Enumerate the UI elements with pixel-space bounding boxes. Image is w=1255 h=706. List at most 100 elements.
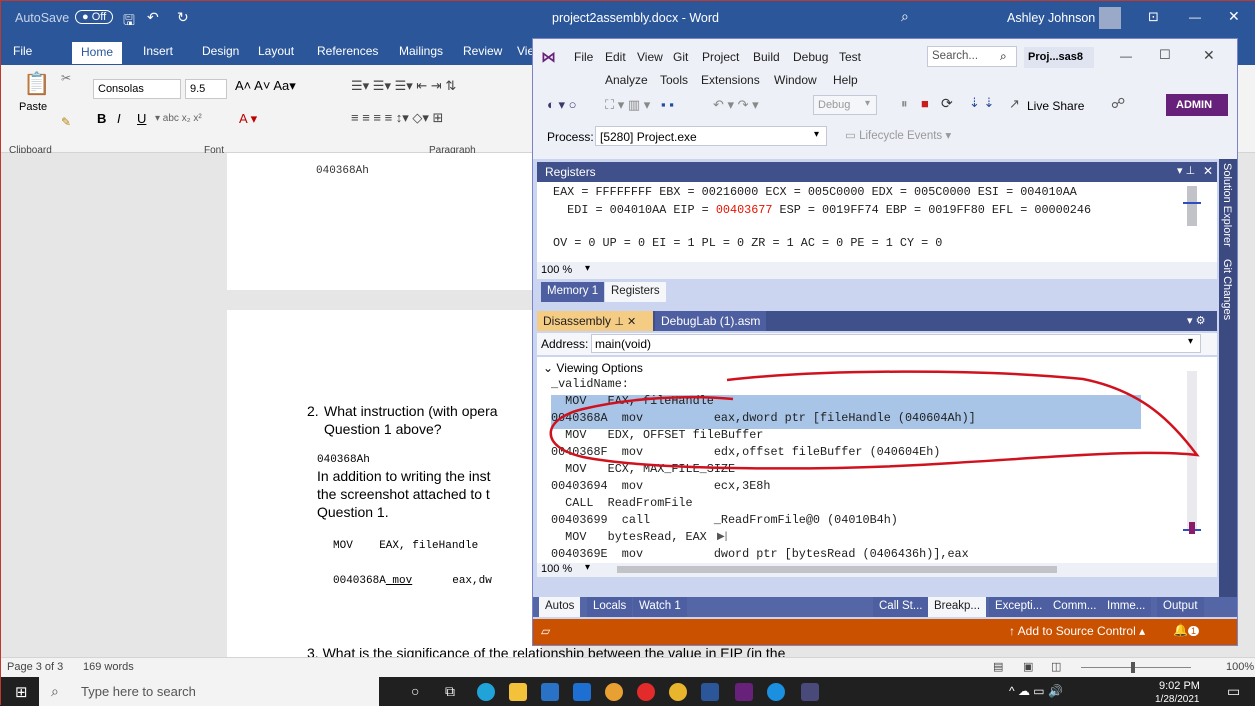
firefox-icon[interactable]	[605, 683, 623, 701]
zoom-slider-thumb[interactable]	[1131, 662, 1135, 673]
tab-autos[interactable]: Autos	[539, 597, 581, 617]
italic-icon[interactable]: I	[117, 111, 121, 126]
chevron-down-icon[interactable]: ▾	[585, 562, 590, 573]
tab-solution-explorer[interactable]: Solution Explorer	[1221, 163, 1233, 247]
format-painter-icon[interactable]: ✎	[61, 115, 71, 129]
print-layout-icon[interactable]: ▣	[1023, 660, 1033, 673]
break-all-icon[interactable]: ⏸	[901, 96, 908, 112]
admin-badge[interactable]: ADMIN	[1166, 94, 1228, 116]
page-count[interactable]: Page 3 of 3	[7, 661, 63, 673]
navigate-back-icon[interactable]: ◐ ▾ ○	[547, 97, 576, 113]
taskbar-search[interactable]: ⌕ Type here to search	[39, 677, 379, 706]
cut-icon[interactable]: ✂	[61, 71, 71, 85]
grow-font-icon[interactable]: A˄ A˅ Aa▾	[235, 78, 296, 94]
settings-gear-icon[interactable]: ▾ ⚙	[1187, 314, 1205, 327]
visual-studio-icon[interactable]	[735, 683, 753, 701]
live-share-icon[interactable]: ↗	[1009, 96, 1020, 112]
paste-button[interactable]: Paste	[19, 101, 47, 113]
paste-icon[interactable]: 📋	[23, 71, 50, 97]
document-page[interactable]: 2. What instruction (with opera Question…	[227, 310, 541, 657]
stop-debugging-icon[interactable]: ■	[921, 96, 929, 111]
zoom-slider[interactable]	[1081, 667, 1191, 668]
terminal-icon[interactable]	[801, 683, 819, 701]
font-size-select[interactable]: 9.5	[185, 79, 227, 99]
close-icon[interactable]: ✕	[1203, 164, 1213, 178]
menu-help[interactable]: Help	[833, 73, 858, 87]
save-icon[interactable]: 🖫	[123, 10, 135, 34]
menu-window[interactable]: Window	[774, 73, 817, 87]
minimize-icon[interactable]: —	[1120, 49, 1132, 63]
undo-icon[interactable]: ↶	[147, 9, 159, 26]
store-icon[interactable]	[541, 683, 559, 701]
zoom-level[interactable]: 100 %	[541, 264, 572, 276]
tab-locals[interactable]: Locals	[587, 597, 633, 617]
redo-icon[interactable]: ↻	[177, 9, 189, 26]
restart-icon[interactable]: ⟳	[941, 95, 953, 112]
menu-view[interactable]: View	[637, 50, 663, 64]
chrome-icon[interactable]	[669, 683, 687, 701]
font-color-icon[interactable]: A ▾	[239, 111, 257, 127]
menu-extensions[interactable]: Extensions	[701, 73, 760, 87]
bullets-icon[interactable]: ☰▾ ☰▾ ☰▾ ⇤ ⇥ ⇅	[351, 78, 456, 94]
skype-icon[interactable]	[767, 683, 785, 701]
lifecycle-events-button[interactable]: ▭ Lifecycle Events ▾	[845, 128, 951, 142]
document-page[interactable]: 040368Ah	[227, 153, 541, 290]
zoom-level[interactable]: 100%	[1226, 661, 1254, 673]
tab-memory-1[interactable]: Memory 1	[541, 282, 605, 302]
horizontal-scrollbar[interactable]	[617, 566, 1057, 573]
autosave-toggle[interactable]: ● Off	[75, 10, 114, 24]
web-layout-icon[interactable]: ◫	[1051, 660, 1061, 673]
avatar[interactable]	[1099, 7, 1121, 29]
configuration-select[interactable]: Debug ▾	[813, 95, 877, 115]
mail-icon[interactable]	[573, 683, 591, 701]
tab-file[interactable]: File	[13, 44, 32, 58]
disassembly-line[interactable]: MOV bytesRead, EAX	[551, 530, 707, 544]
vertical-scrollbar[interactable]	[1242, 153, 1255, 657]
tab-output[interactable]: Output	[1157, 597, 1204, 617]
maximize-icon[interactable]: ☐	[1159, 47, 1171, 63]
cortana-icon[interactable]: ○	[411, 683, 419, 699]
search-input[interactable]: Type here to search	[81, 684, 196, 699]
new-project-icon[interactable]: ⛶ ▾ ▥ ▾	[605, 97, 650, 113]
edge-icon[interactable]	[477, 683, 495, 701]
vertical-scrollbar[interactable]	[1187, 186, 1197, 226]
tab-design[interactable]: Design	[202, 44, 239, 58]
menu-tools[interactable]: Tools	[660, 73, 688, 87]
menu-test[interactable]: Test	[839, 50, 861, 64]
menu-analyze[interactable]: Analyze	[605, 73, 648, 87]
minimize-icon[interactable]: —	[1189, 10, 1201, 24]
tab-debuglab-asm[interactable]: DebugLab (1).asm	[655, 311, 767, 331]
tab-registers[interactable]: Registers	[605, 282, 666, 302]
clock-date[interactable]: 1/28/2021	[1155, 694, 1200, 706]
system-tray-icons[interactable]: ^ ☁ ▭ 🔊	[1009, 684, 1063, 698]
windows-start-icon[interactable]: ⊞	[15, 683, 28, 701]
pin-icon[interactable]: ▾ ⊥	[1177, 164, 1195, 177]
tab-call-stack[interactable]: Call St...	[873, 597, 929, 617]
save-all-icon[interactable]: ▪ ▪	[661, 97, 674, 112]
file-explorer-icon[interactable]	[509, 683, 527, 701]
font-name-select[interactable]: Consolas	[93, 79, 181, 99]
tab-breakpoints[interactable]: Breakp...	[928, 597, 987, 617]
tab-immediate-window[interactable]: Imme...	[1101, 597, 1152, 617]
tab-exception-settings[interactable]: Excepti...	[989, 597, 1049, 617]
menu-file[interactable]: File	[574, 50, 593, 64]
menu-debug[interactable]: Debug	[793, 50, 828, 64]
undo-icon[interactable]: ↶ ▾ ↷ ▾	[713, 97, 759, 113]
registers-panel[interactable]: EAX = FFFFFFFF EBX = 00216000 ECX = 005C…	[537, 182, 1217, 262]
opera-icon[interactable]	[637, 683, 655, 701]
tab-layout[interactable]: Layout	[258, 44, 294, 58]
tab-review[interactable]: Review	[463, 44, 502, 58]
search-icon[interactable]: ⌕	[901, 8, 909, 25]
notifications-icon[interactable]: ▭	[1227, 683, 1240, 700]
bold-icon[interactable]: B	[97, 111, 106, 126]
tab-references[interactable]: References	[317, 44, 378, 58]
tab-git-changes[interactable]: Git Changes	[1221, 259, 1233, 320]
word-icon[interactable]	[701, 683, 719, 701]
disassembly-line[interactable]: 0040369E mov dword ptr [bytesRead (04064…	[551, 547, 969, 561]
menu-project[interactable]: Project	[702, 50, 739, 64]
align-icon[interactable]: ≡ ≡ ≡ ≡ ↕▾ ◇▾ ⊞	[351, 110, 443, 126]
close-icon[interactable]: ✕	[1228, 8, 1240, 25]
search-input[interactable]: Search...	[932, 50, 978, 62]
tab-disassembly[interactable]: Disassembly ⊥ ✕	[537, 311, 653, 331]
live-share-button[interactable]: Live Share	[1027, 99, 1084, 113]
